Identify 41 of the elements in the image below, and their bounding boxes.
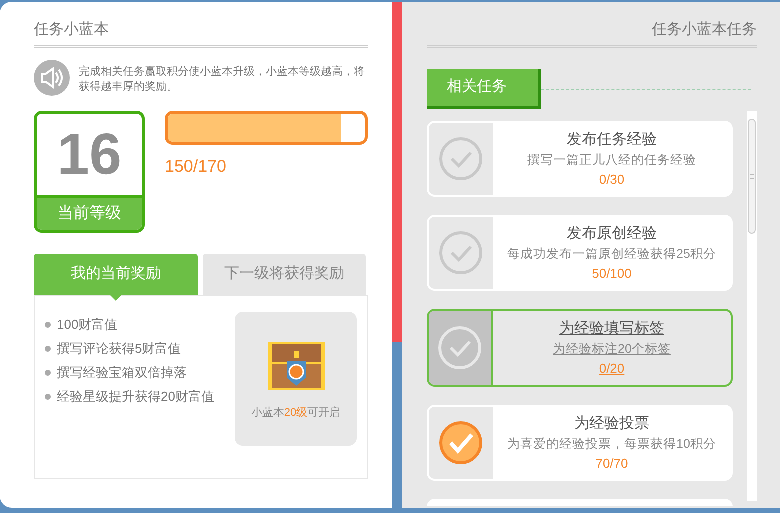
panel-title: 任务小蓝本任务	[651, 20, 757, 40]
task-count: 50/100	[592, 264, 632, 283]
bullet-icon	[45, 322, 51, 328]
level-number: 16	[56, 120, 123, 188]
task-count: 70/70	[596, 454, 628, 473]
treasure-chest-icon	[268, 342, 324, 390]
task-card[interactable]: 为经验投票 为喜爱的经验投票，每票获得10积分 70/70	[427, 405, 733, 481]
task-card[interactable]: 发布原创经验 每成功发布一篇原创经验获得25积分 50/100	[427, 215, 733, 291]
task-description: 撰写一篇正儿八经的任务经验	[528, 152, 696, 170]
task-description: 为喜爱的经验投票，每票获得10积分	[508, 436, 716, 454]
task-title: 为经验填写标签	[560, 318, 664, 339]
progress-reading: 150/170	[165, 156, 228, 178]
check-circle-icon	[438, 326, 482, 370]
bullet-icon	[45, 394, 51, 400]
reward-item: 经验星级提升获得20财富值	[57, 388, 216, 406]
reward-item: 撰写经验宝箱双倍掉落	[57, 364, 188, 382]
notice-text: 完成相关任务赢取积分使小蓝本升级，小蓝本等级越高，将获得越丰厚的奖励。	[79, 65, 366, 95]
task-description: 为经验标注20个标签	[553, 341, 671, 358]
check-circle-icon	[439, 137, 483, 181]
scrollbar[interactable]	[747, 111, 757, 501]
speaker-icon	[34, 60, 70, 96]
task-title: 为经验投票	[574, 414, 650, 434]
task-title: 发布原创经验	[567, 224, 657, 244]
scroll-thumb[interactable]	[748, 119, 756, 234]
check-circle-icon	[439, 231, 483, 275]
level-label: 当前等级	[37, 195, 142, 230]
panel-title: 任务小蓝本	[34, 20, 110, 40]
check-circle-icon	[439, 421, 483, 465]
task-card[interactable]: 发布任务经验 撰写一篇正儿八经的任务经验 0/30	[427, 121, 733, 197]
task-card[interactable]: 为经验填写标签 为经验标注20个标签 0/20	[427, 309, 733, 387]
chest-caption: 小蓝本20级可开启	[251, 406, 341, 421]
section-ribbon: 相关任务	[427, 69, 541, 109]
task-count: 0/20	[599, 360, 625, 378]
tab-pointer-icon	[110, 295, 122, 301]
reward-item: 撰写评论获得5财富值	[57, 340, 182, 358]
task-count: 0/30	[599, 170, 625, 189]
task-description: 每成功发布一篇原创经验获得25积分	[508, 246, 716, 264]
bullet-icon	[45, 370, 51, 376]
task-title: 发布任务经验	[567, 130, 657, 150]
bullet-icon	[45, 346, 51, 352]
reward-item: 100财富值	[57, 316, 119, 334]
